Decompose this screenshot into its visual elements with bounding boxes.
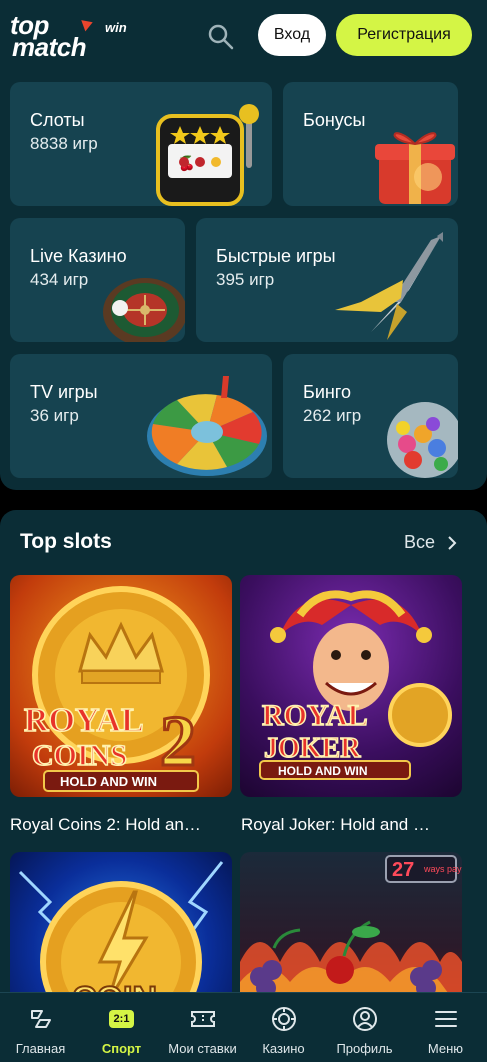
game-art-line2: COINS [32,739,127,772]
topmatch-logo[interactable]: top win match [10,10,135,62]
fortune-wheel-icon [147,376,267,476]
nav-item-casino[interactable]: Казино [243,993,324,1062]
category-tile-bonuses[interactable]: Бонусы [283,82,458,206]
see-all-link[interactable]: Все [404,532,457,553]
category-tile-slots[interactable]: Слоты 8838 игр 🍒 [10,82,272,206]
roulette-wheel-icon [103,278,185,342]
logo-text-match: match [12,32,87,62]
game-thumbnail: ROYAL COINS 2 HOLD AND WIN [23,586,210,792]
game-art-subtitle: HOLD AND WIN [60,774,157,789]
category-count: 395 игр [216,270,275,289]
top-slots-section: Top slots Все ROYAL COINS 2 HOLD AND WIN… [0,510,487,1000]
category-count: 36 игр [30,406,79,425]
game-thumbnail: 27 ways pay [240,855,462,1000]
game-card-fruits-27-ways[interactable]: 27 ways pay [240,852,462,1000]
game-art-subtitle: HOLD AND WIN [278,764,368,778]
chevron-right-icon [448,535,457,550]
gift-box-icon [375,132,455,204]
ticket-icon [189,1005,217,1033]
nav-item-my-bets[interactable]: Мои ставки [162,993,243,1062]
jet-plane-icon [335,232,443,340]
casino-chip-icon [270,1005,298,1033]
bingo-ball-cage-icon [387,402,458,478]
nav-label: Профиль [336,1041,393,1056]
game-thumbnail: ROYAL JOKER HOLD AND WIN [259,590,452,780]
game-art-badge-sub: ways pay [423,864,462,874]
category-tile-fast-games[interactable]: Быстрые игры 395 игр [196,218,458,342]
slot-machine-icon: 🍒 [156,104,259,206]
category-count: 262 игр [303,406,362,425]
category-title: Live Казино [30,246,127,266]
logo-text-win: win [105,20,127,35]
game-art-number: 2 [160,701,196,781]
category-tile-bingo[interactable]: Бинго 262 игр [283,354,458,478]
nav-item-menu[interactable]: Меню [405,993,486,1062]
category-tile-live-casino[interactable]: Live Казино 434 игр [10,218,185,342]
nav-label: Казино [262,1041,305,1056]
nav-item-home[interactable]: Главная [0,993,81,1062]
nav-item-sport[interactable]: 2:1 Спорт [81,993,162,1062]
header: top win match Вход Регистрация [0,0,487,72]
game-art-line1: ROYAL [24,702,144,739]
category-tile-tv-games[interactable]: TV игры 36 игр [10,354,272,478]
game-thumbnail: COIN [18,861,224,1000]
category-title: Бинго [303,382,351,402]
menu-icon [432,1005,460,1033]
nav-label: Меню [427,1041,464,1056]
game-art-line2: JOKER [264,733,361,764]
section-title: Top slots [20,530,112,553]
see-all-label: Все [404,532,436,552]
home-icon [27,1005,55,1033]
bottom-navigation: Главная 2:1 Спорт Мои ставки Казино Проф… [0,992,487,1062]
register-button[interactable]: Регистрация [336,14,472,56]
profile-icon [351,1005,379,1033]
category-count: 8838 игр [30,134,98,153]
game-art-line1: ROYAL [262,699,368,732]
nav-label: Мои ставки [168,1041,237,1056]
game-card-royal-coins-2[interactable]: ROYAL COINS 2 HOLD AND WIN [10,575,232,797]
sport-badge-icon: 2:1 [108,1005,136,1033]
game-title[interactable]: Royal Joker: Hold and … [241,815,467,835]
game-card-coin-lightning[interactable]: COIN [10,852,232,1000]
category-title: Быстрые игры [216,246,336,266]
game-title[interactable]: Royal Coins 2: Hold an… [10,815,236,835]
category-title: Слоты [30,110,85,130]
game-art-badge: 27 [392,859,414,881]
game-card-royal-joker[interactable]: ROYAL JOKER HOLD AND WIN [240,575,462,797]
category-count: 434 игр [30,270,89,289]
nav-label: Спорт [101,1041,142,1056]
nav-item-profile[interactable]: Профиль [324,993,405,1062]
category-title: Бонусы [303,110,366,130]
login-button[interactable]: Вход [258,14,326,56]
category-title: TV игры [30,382,98,402]
sport-badge: 2:1 [108,1010,135,1028]
nav-label: Главная [15,1041,66,1056]
search-icon [208,24,234,50]
category-panel: Слоты 8838 игр 🍒 Бонусы Live Казино 434 … [0,72,487,490]
search-button[interactable] [206,22,236,52]
logo-flag-icon [81,16,95,32]
